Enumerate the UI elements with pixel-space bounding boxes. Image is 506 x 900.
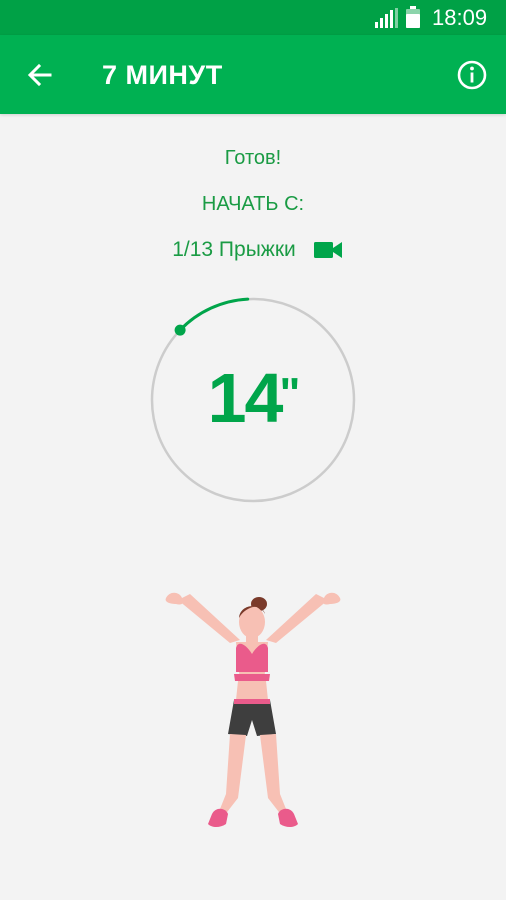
- timer-progress-dot: [174, 324, 186, 336]
- signal-icon: [375, 8, 398, 28]
- seconds-mark: ": [279, 369, 301, 418]
- ready-status: Готов!: [224, 147, 282, 169]
- exercise-name: 1/13 Прыжки: [172, 238, 296, 261]
- arrow-left-icon[interactable]: [22, 57, 58, 93]
- page-title: 7 МИНУТ: [102, 60, 223, 90]
- status-clock: 18:09: [432, 5, 488, 30]
- video-camera-icon[interactable]: [313, 241, 342, 259]
- timer-progress-arc: [178, 297, 250, 332]
- battery-icon: [406, 6, 420, 28]
- start-from-label: НАЧАТЬ С:: [201, 193, 305, 215]
- exercise-row: 1/13 Прыжки: [0, 236, 506, 264]
- app-bar: 7 МИНУТ: [0, 35, 506, 114]
- timer-count: 14": [149, 358, 357, 438]
- timer-seconds: 14: [207, 359, 284, 437]
- exercise-illustration: [165, 592, 341, 827]
- info-circle-icon[interactable]: [456, 59, 488, 91]
- countdown-timer: 14": [149, 296, 357, 504]
- status-bar: 18:09: [0, 0, 506, 35]
